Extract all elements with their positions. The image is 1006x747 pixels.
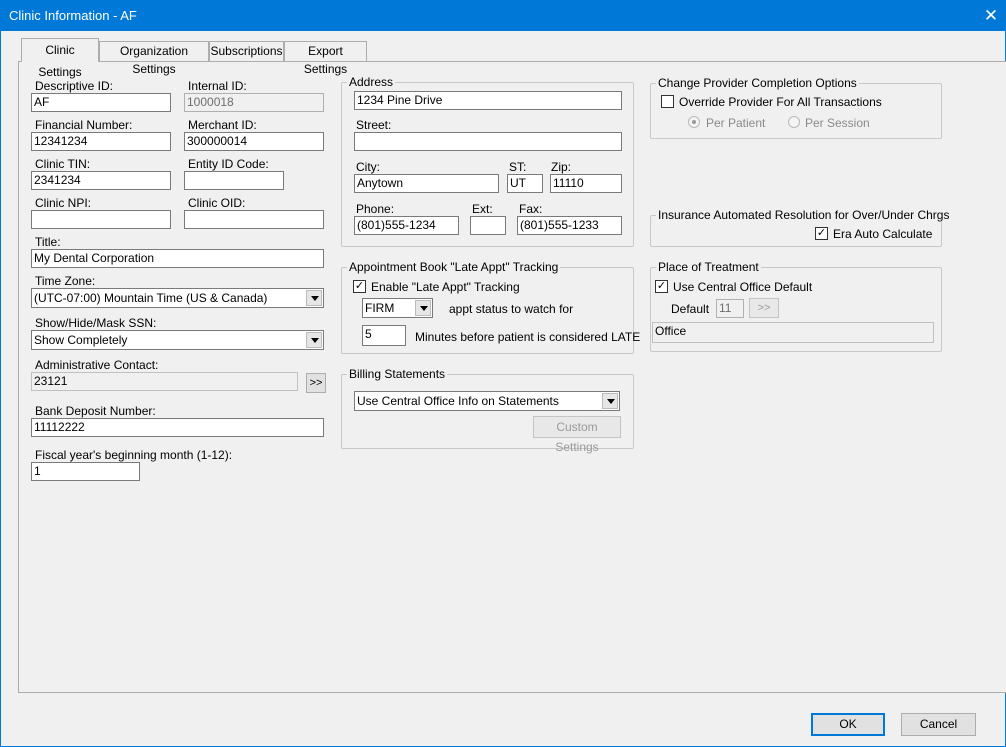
admin-contact-label: Administrative Contact: — [35, 358, 159, 372]
address-group-title: Address — [347, 75, 396, 89]
chevron-down-icon[interactable] — [415, 300, 431, 316]
bank-deposit-label: Bank Deposit Number: — [35, 404, 156, 418]
street-label: Street: — [356, 118, 392, 132]
billing-statements-select[interactable]: Use Central Office Info on Statements — [354, 391, 620, 411]
default-place-field: 11 — [716, 299, 744, 318]
place-of-treatment-group-title: Place of Treatment — [656, 260, 761, 274]
state-label: ST: — [509, 160, 527, 174]
late-appt-status-value: FIRM — [365, 301, 395, 315]
tab-export-settings[interactable]: Export Settings — [284, 41, 367, 76]
override-provider-label: Override Provider For All Transactions — [679, 95, 882, 109]
fiscal-year-label: Fiscal year's beginning month (1-12): — [35, 448, 233, 462]
billing-statements-value: Use Central Office Info on Statements — [357, 394, 559, 408]
time-zone-label: Time Zone: — [35, 274, 96, 288]
ext-field[interactable] — [470, 216, 506, 235]
city-field[interactable]: Anytown — [354, 174, 499, 193]
checkmark-icon: ✓ — [816, 227, 827, 239]
place-description-field: Office — [652, 322, 934, 343]
fiscal-year-field[interactable]: 1 — [31, 462, 140, 481]
custom-settings-button[interactable]: Custom Settings — [533, 416, 621, 454]
admin-contact-field: 23121 — [31, 372, 298, 391]
fax-field[interactable]: (801)555-1233 — [517, 216, 622, 235]
late-appt-minutes-field[interactable]: 5 — [362, 325, 406, 346]
clinic-oid-label: Clinic OID: — [188, 196, 246, 210]
late-appt-enable-label: Enable "Late Appt" Tracking — [371, 280, 520, 294]
tab-organization-settings[interactable]: Organization Settings — [99, 41, 209, 76]
per-patient-radio[interactable] — [688, 116, 700, 128]
city-label: City: — [356, 160, 380, 174]
zip-field[interactable]: 11110 — [550, 174, 622, 193]
state-field[interactable]: UT — [507, 174, 543, 193]
use-central-default-checkbox[interactable]: ✓ — [655, 280, 668, 293]
ok-button[interactable]: OK — [811, 713, 885, 736]
late-appt-status-text: appt status to watch for — [449, 302, 574, 316]
late-appt-status-select[interactable]: FIRM — [362, 298, 433, 318]
merchant-id-label: Merchant ID: — [188, 118, 257, 132]
use-central-default-label: Use Central Office Default — [673, 280, 813, 294]
clinic-oid-field[interactable] — [184, 210, 324, 229]
provider-completion-group — [650, 83, 942, 139]
street-field[interactable] — [354, 132, 622, 151]
billing-group-title: Billing Statements — [347, 367, 448, 381]
override-provider-checkbox[interactable] — [661, 95, 674, 108]
bank-deposit-field[interactable]: 11112222 — [31, 418, 324, 437]
late-appt-minutes-text: Minutes before patient is considered LAT… — [415, 330, 641, 344]
chevron-down-icon[interactable] — [306, 332, 322, 348]
merchant-id-field[interactable]: 300000014 — [184, 132, 324, 151]
window-title: Clinic Information - AF — [9, 8, 137, 23]
era-auto-calculate-label: Era Auto Calculate — [833, 227, 933, 241]
default-label: Default — [671, 302, 710, 316]
window-title-bar: Clinic Information - AF — [0, 0, 1006, 31]
internal-id-label: Internal ID: — [188, 79, 247, 93]
close-icon[interactable]: ✕ — [976, 0, 1006, 31]
title-label: Title: — [35, 235, 61, 249]
chevron-down-icon[interactable] — [602, 393, 618, 409]
late-appt-checkbox[interactable]: ✓ — [353, 280, 366, 293]
era-auto-calculate-checkbox[interactable]: ✓ — [815, 227, 828, 240]
ssn-label: Show/Hide/Mask SSN: — [35, 316, 157, 330]
provider-completion-group-title: Change Provider Completion Options — [656, 76, 859, 90]
zip-label: Zip: — [551, 160, 572, 174]
per-session-label: Per Session — [805, 116, 870, 130]
tab-clinic-settings[interactable]: Clinic Settings — [21, 38, 99, 79]
financial-number-field[interactable]: 12341234 — [31, 132, 171, 151]
financial-number-label: Financial Number: — [35, 118, 133, 132]
phone-field[interactable]: (801)555-1234 — [354, 216, 459, 235]
checkmark-icon: ✓ — [354, 280, 365, 292]
clinic-tin-field[interactable]: 2341234 — [31, 171, 171, 190]
tab-subscriptions[interactable]: Subscriptions — [209, 41, 284, 61]
internal-id-field: 1000018 — [184, 93, 324, 112]
clinic-npi-field[interactable] — [31, 210, 171, 229]
chevron-down-icon[interactable] — [306, 290, 322, 306]
phone-label: Phone: — [356, 202, 395, 216]
default-place-button[interactable]: >> — [749, 298, 779, 318]
checkmark-icon: ✓ — [656, 280, 667, 292]
late-appt-group-title: Appointment Book "Late Appt" Tracking — [347, 260, 561, 274]
time-zone-value: (UTC-07:00) Mountain Time (US & Canada) — [34, 291, 268, 305]
cancel-button[interactable]: Cancel — [901, 713, 976, 736]
per-session-radio[interactable] — [788, 116, 800, 128]
time-zone-select[interactable]: (UTC-07:00) Mountain Time (US & Canada) — [31, 288, 324, 308]
entity-id-code-field[interactable] — [184, 171, 284, 190]
clinic-tin-label: Clinic TIN: — [35, 157, 91, 171]
insurance-group-title: Insurance Automated Resolution for Over/… — [656, 208, 952, 222]
descriptive-id-field[interactable]: AF — [31, 93, 171, 112]
ssn-value: Show Completely — [34, 333, 128, 347]
per-patient-label: Per Patient — [706, 116, 766, 130]
admin-contact-button[interactable]: >> — [306, 373, 326, 393]
clinic-npi-label: Clinic NPI: — [35, 196, 92, 210]
fax-label: Fax: — [519, 202, 543, 216]
title-field[interactable]: My Dental Corporation — [31, 249, 324, 268]
address-line1-field[interactable]: 1234 Pine Drive — [354, 91, 622, 110]
entity-id-code-label: Entity ID Code: — [188, 157, 269, 171]
ssn-select[interactable]: Show Completely — [31, 330, 324, 350]
ext-label: Ext: — [472, 202, 493, 216]
